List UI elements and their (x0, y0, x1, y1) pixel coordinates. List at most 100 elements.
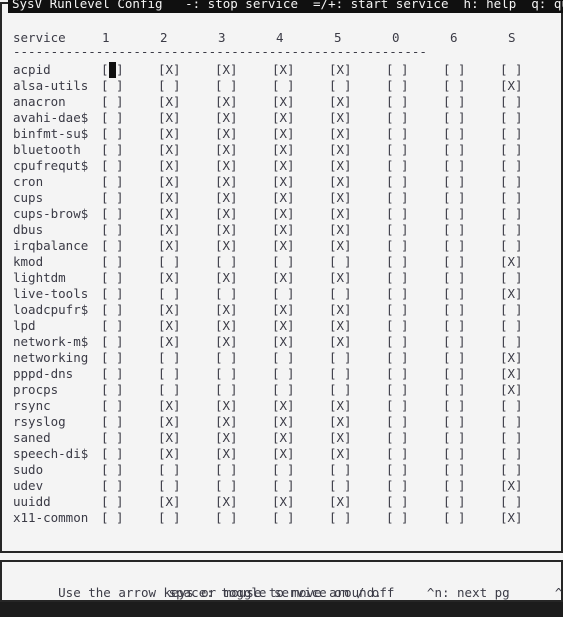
runlevel-checkbox-4[interactable]: [X] (272, 446, 329, 462)
runlevel-checkbox-5[interactable]: [X] (329, 206, 386, 222)
runlevel-checkbox-2[interactable]: [ ] (158, 478, 215, 494)
runlevel-checkbox-4[interactable]: [X] (272, 174, 329, 190)
table-row[interactable]: x11-common[ ][ ][ ][ ][ ][ ][ ] [X] (13, 510, 555, 526)
runlevel-checkbox-4[interactable]: [ ] (272, 350, 329, 366)
runlevel-checkbox-5[interactable]: [ ] (329, 78, 386, 94)
runlevel-checkbox-2[interactable]: [ ] (158, 510, 215, 526)
runlevel-checkbox-0[interactable]: [ ] (386, 254, 443, 270)
runlevel-checkbox-S[interactable]: [ ] (500, 318, 557, 334)
runlevel-checkbox-5[interactable]: [X] (329, 126, 386, 142)
runlevel-checkbox-4[interactable]: [X] (272, 94, 329, 110)
runlevel-checkbox-1[interactable]: [ ] (101, 430, 158, 446)
runlevel-checkbox-4[interactable]: [X] (272, 302, 329, 318)
runlevel-checkbox-3[interactable]: [X] (215, 174, 272, 190)
table-row[interactable]: irqbalance[ ] [X] [X] [X] [X][ ][ ][ ] (13, 238, 555, 254)
runlevel-checkbox-2[interactable]: [X] (158, 174, 215, 190)
table-row[interactable]: bluetooth[ ] [X] [X] [X] [X][ ][ ][ ] (13, 142, 555, 158)
runlevel-checkbox-1[interactable]: [ ] (101, 190, 158, 206)
runlevel-checkbox-5[interactable]: [ ] (329, 478, 386, 494)
runlevel-checkbox-4[interactable]: [ ] (272, 510, 329, 526)
runlevel-checkbox-2[interactable]: [X] (158, 414, 215, 430)
runlevel-checkbox-5[interactable]: [ ] (329, 462, 386, 478)
runlevel-checkbox-3[interactable]: [X] (215, 206, 272, 222)
table-row[interactable]: rsyslog[ ] [X] [X] [X] [X][ ][ ][ ] (13, 414, 555, 430)
runlevel-checkbox-S[interactable]: [ ] (500, 126, 557, 142)
runlevel-checkbox-0[interactable]: [ ] (386, 382, 443, 398)
runlevel-checkbox-S[interactable]: [ ] (500, 270, 557, 286)
runlevel-checkbox-0[interactable]: [ ] (386, 62, 443, 78)
runlevel-checkbox-5[interactable]: [X] (329, 190, 386, 206)
runlevel-checkbox-2[interactable]: [X] (158, 110, 215, 126)
runlevel-checkbox-2[interactable]: [X] (158, 398, 215, 414)
runlevel-checkbox-3[interactable]: [X] (215, 190, 272, 206)
runlevel-checkbox-0[interactable]: [ ] (386, 270, 443, 286)
runlevel-checkbox-5[interactable]: [X] (329, 334, 386, 350)
table-row[interactable]: acpid[ ] [X] [X] [X] [X][ ][ ][ ] (13, 62, 555, 78)
runlevel-checkbox-3[interactable]: [X] (215, 94, 272, 110)
runlevel-checkbox-1[interactable]: [ ] (101, 382, 158, 398)
table-row[interactable]: kmod[ ][ ][ ][ ][ ][ ][ ] [X] (13, 254, 555, 270)
table-row[interactable]: procps[ ][ ][ ][ ][ ][ ][ ] [X] (13, 382, 555, 398)
runlevel-checkbox-1[interactable]: [ ] (101, 350, 158, 366)
runlevel-checkbox-2[interactable]: [ ] (158, 78, 215, 94)
runlevel-checkbox-2[interactable]: [X] (158, 94, 215, 110)
table-row[interactable]: cups-brow$[ ] [X] [X] [X] [X][ ][ ][ ] (13, 206, 555, 222)
runlevel-checkbox-0[interactable]: [ ] (386, 174, 443, 190)
table-row[interactable]: lightdm[ ] [X] [X] [X] [X][ ][ ][ ] (13, 270, 555, 286)
runlevel-checkbox-5[interactable]: [ ] (329, 254, 386, 270)
runlevel-checkbox-6[interactable]: [ ] (443, 398, 500, 414)
runlevel-checkbox-3[interactable]: [X] (215, 62, 272, 78)
runlevel-checkbox-6[interactable]: [ ] (443, 318, 500, 334)
runlevel-checkbox-1[interactable]: [ ] (101, 398, 158, 414)
runlevel-checkbox-3[interactable]: [ ] (215, 478, 272, 494)
runlevel-checkbox-1[interactable]: [ ] (101, 78, 158, 94)
runlevel-checkbox-0[interactable]: [ ] (386, 110, 443, 126)
runlevel-checkbox-4[interactable]: [X] (272, 158, 329, 174)
table-row[interactable]: udev[ ][ ][ ][ ][ ][ ][ ] [X] (13, 478, 555, 494)
runlevel-checkbox-4[interactable]: [X] (272, 334, 329, 350)
runlevel-checkbox-4[interactable]: [ ] (272, 78, 329, 94)
table-row[interactable]: avahi-dae$[ ] [X] [X] [X] [X][ ][ ][ ] (13, 110, 555, 126)
runlevel-checkbox-2[interactable]: [X] (158, 142, 215, 158)
runlevel-checkbox-S[interactable]: [ ] (500, 62, 557, 78)
runlevel-checkbox-6[interactable]: [ ] (443, 366, 500, 382)
runlevel-checkbox-3[interactable]: [ ] (215, 366, 272, 382)
runlevel-checkbox-2[interactable]: [ ] (158, 462, 215, 478)
runlevel-checkbox-2[interactable]: [X] (158, 206, 215, 222)
runlevel-checkbox-0[interactable]: [ ] (386, 126, 443, 142)
runlevel-checkbox-3[interactable]: [ ] (215, 382, 272, 398)
runlevel-checkbox-4[interactable]: [X] (272, 318, 329, 334)
runlevel-checkbox-2[interactable]: [X] (158, 222, 215, 238)
runlevel-checkbox-0[interactable]: [ ] (386, 78, 443, 94)
runlevel-checkbox-5[interactable]: [ ] (329, 382, 386, 398)
runlevel-checkbox-3[interactable]: [X] (215, 494, 272, 510)
runlevel-checkbox-6[interactable]: [ ] (443, 302, 500, 318)
table-row[interactable]: binfmt-su$[ ] [X] [X] [X] [X][ ][ ][ ] (13, 126, 555, 142)
runlevel-checkbox-1[interactable]: [ ] (101, 94, 158, 110)
runlevel-checkbox-6[interactable]: [ ] (443, 350, 500, 366)
runlevel-checkbox-6[interactable]: [ ] (443, 94, 500, 110)
runlevel-checkbox-1[interactable]: [ ] (101, 158, 158, 174)
table-row[interactable]: cups[ ] [X] [X] [X] [X][ ][ ][ ] (13, 190, 555, 206)
runlevel-checkbox-5[interactable]: [ ] (329, 286, 386, 302)
runlevel-checkbox-5[interactable]: [X] (329, 62, 386, 78)
runlevel-checkbox-4[interactable]: [ ] (272, 462, 329, 478)
runlevel-checkbox-2[interactable]: [X] (158, 126, 215, 142)
runlevel-checkbox-3[interactable]: [X] (215, 414, 272, 430)
runlevel-checkbox-1[interactable]: [ ] (101, 366, 158, 382)
runlevel-checkbox-4[interactable]: [X] (272, 430, 329, 446)
runlevel-checkbox-0[interactable]: [ ] (386, 206, 443, 222)
runlevel-checkbox-1[interactable]: [ ] (101, 462, 158, 478)
runlevel-checkbox-3[interactable]: [X] (215, 142, 272, 158)
runlevel-checkbox-0[interactable]: [ ] (386, 222, 443, 238)
table-row[interactable]: speech-di$[ ] [X] [X] [X] [X][ ][ ][ ] (13, 446, 555, 462)
runlevel-checkbox-3[interactable]: [X] (215, 398, 272, 414)
runlevel-checkbox-6[interactable]: [ ] (443, 158, 500, 174)
runlevel-checkbox-6[interactable]: [ ] (443, 206, 500, 222)
runlevel-checkbox-S[interactable]: [ ] (500, 414, 557, 430)
runlevel-checkbox-6[interactable]: [ ] (443, 190, 500, 206)
runlevel-checkbox-4[interactable]: [ ] (272, 382, 329, 398)
runlevel-checkbox-4[interactable]: [X] (272, 206, 329, 222)
runlevel-checkbox-S[interactable]: [X] (500, 286, 557, 302)
runlevel-checkbox-6[interactable]: [ ] (443, 286, 500, 302)
